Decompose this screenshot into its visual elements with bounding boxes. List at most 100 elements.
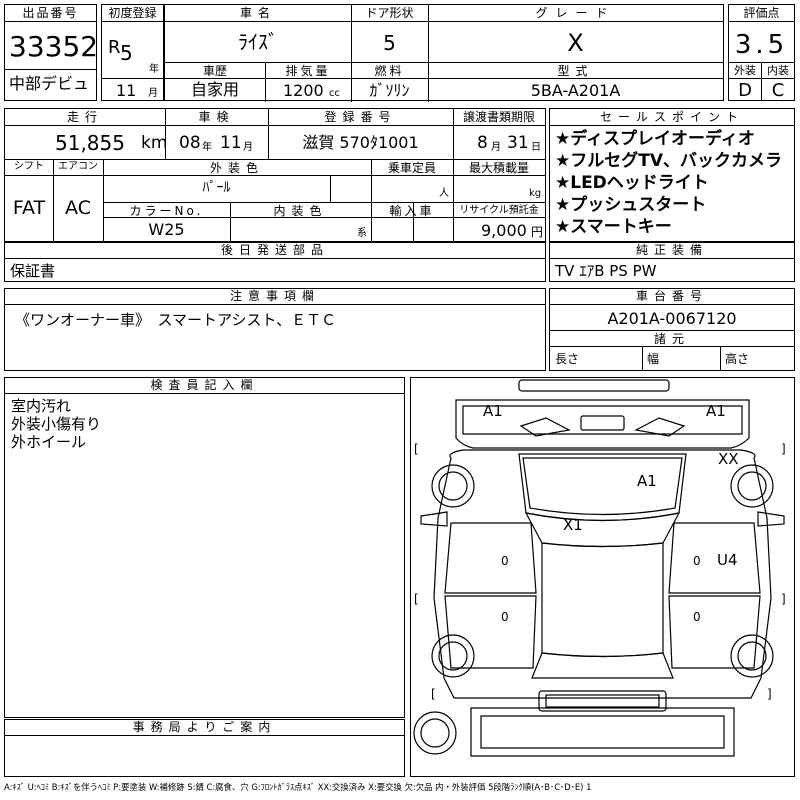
sales-point-item: ★フルセグTV、バックカメラ [555,151,782,171]
svg-text:]: ] [781,592,786,606]
parts-box: 後日発送部品 保証書 [4,242,546,282]
door-type: 5 [383,31,396,55]
mark-zero-right: 0 [693,554,701,568]
displacement: 1200 [283,81,324,100]
equipment-value: TV ｴｱB PS PW [555,262,657,280]
mark-zero-left: 0 [501,554,509,568]
inspector-label: 検査員記入欄 [5,378,404,394]
sales-point-item: ★スマートキー [555,217,672,237]
load-label: 最大積載量 [468,161,529,175]
shift: FAT [12,197,46,219]
history-label: 車歴 [202,64,227,78]
svg-text:[: [ [431,687,436,701]
int-color-label: 内装色 [273,204,328,218]
notes-value: 《ワンオーナー車》 スマートアシスト、ＥＴＣ [15,311,337,329]
detail-box: 走行 51,855 km 車検 08 年 11 月 登録番号 滋賀 570ﾀ10… [4,108,546,242]
interior-label: 内装 [767,64,789,77]
svg-text:[: [ [414,592,419,606]
exterior-grade: D [738,80,752,101]
inspection-month: 11 [220,133,242,153]
car-name-label: 車名 [239,6,276,20]
load-unit: kg [529,188,542,199]
year-unit: 年 [149,64,159,75]
era: R [108,37,121,58]
chassis-number: A201A-0067120 [607,309,737,328]
chassis-box: 車台番号 A201A-0067120 諸元 長さ 幅 高さ [549,288,795,371]
office-box: 事務局よりご案内 [4,719,405,777]
lot-label: 出品番号 [5,5,96,22]
notes-label: 注意事項欄 [5,289,545,305]
transfer-month-unit: 月 [491,142,501,153]
score-label: 評価点 [729,5,794,22]
aircon-label: エアコン [58,161,98,172]
shift-label: シフト [14,161,44,172]
model: 5BA-A201A [530,81,621,100]
chassis-label: 車台番号 [550,289,794,305]
height-label: 高さ [725,352,750,366]
transfer-day-unit: 日 [531,142,541,153]
ext-color-label: 外装色 [209,161,264,175]
sales-point-item: ★LEDヘッドライト [555,173,709,193]
sales-point-item: ★ディスプレイオーディオ [555,129,755,149]
mileage-label: 走行 [66,110,103,124]
svg-text:]: ] [781,442,786,456]
lot-number: 33352 [9,30,99,63]
inspection-year: 08 [179,133,201,153]
plate-label: 登録番号 [324,110,397,124]
mileage: 51,855 [55,131,125,155]
recycle-fee: 9,000 [481,221,527,240]
grade: X [567,29,584,57]
mark-zero-rear-right: 0 [693,610,701,624]
inspector-box: 検査員記入欄 室内汚れ 外装小傷有り 外ホイール [4,377,405,718]
svg-text:]: ] [767,687,772,701]
mark-xx: XX [718,450,739,468]
month-unit: 月 [148,88,158,99]
plate: 滋賀 570ﾀ1001 [302,133,419,152]
grade-label: グレード [535,6,616,20]
model-label: 型式 [557,64,594,78]
score: 3.5 [734,30,789,60]
fuel-label: 燃料 [374,64,405,78]
transfer-label: 譲渡書類期限 [462,110,535,124]
spec-label: 諸元 [653,332,690,346]
debut-note: 中部デビュ [9,74,90,93]
inspector-line: 外ホイール [11,433,87,451]
parts-label: 後日発送部品 [5,243,545,259]
equipment-box: 純正装備 TV ｴｱB PS PW [549,242,795,282]
color-no-label: カラーNo. [129,204,204,218]
mark-a1-right: A1 [706,402,726,420]
equipment-label: 純正装備 [550,243,794,259]
mark-x1: X1 [563,516,583,534]
int-color-unit: 系 [357,228,367,239]
capacity-label: 乗車定員 [387,161,436,175]
parts-value: 保証書 [10,262,56,280]
lot-box: 出品番号 33352 中部デビュ [4,4,99,101]
transfer-day: 31 [507,133,529,153]
reg-month: 11 [116,81,137,100]
recycle-label: リサイクル預託金 [459,205,539,216]
ext-color: ﾊﾟｰﾙ [202,180,231,196]
capacity-unit: 人 [439,188,449,199]
legend-text: A:ｷｽﾞ U:ﾍｺﾐ B:ｷｽﾞを伴うﾍｺﾐ P:要塗装 W:補修跡 S:錆 … [4,782,592,792]
car-diagram-svg: [ ] [ ] [ ] A1 A1 XX A1 X1 U4 0 0 0 0 [413,379,786,757]
car-diagram: [ ] [ ] [ ] A1 A1 XX A1 X1 U4 0 0 0 0 [410,377,795,777]
color-no: W25 [148,220,185,239]
mark-a1-left: A1 [483,402,503,420]
transfer-month: 8 [477,133,488,153]
notes-box: 注意事項欄 《ワンオーナー車》 スマートアシスト、ＥＴＣ [4,288,546,371]
sales-label: セールスポイント [550,109,794,126]
fuel: ｶﾞｿﾘﾝ [369,81,410,100]
inspection-label: 車検 [198,110,235,124]
import-label: 輸入車 [389,204,435,218]
office-label: 事務局よりご案内 [5,720,404,736]
car-info-box: 車名 ﾗｲｽﾞ ドア形状 5 グレード X 車歴 自家用 排気量 1200 cc… [164,4,724,102]
displacement-unit: cc [329,88,340,99]
reg-year: 5 [120,41,133,65]
sales-point-item: ★プッシュスタート [555,195,707,215]
displacement-label: 排気量 [285,64,331,78]
mileage-unit: km [141,133,168,153]
width-label: 幅 [647,352,660,366]
score-box: 評価点 3.5 外装 内装 D C [728,4,795,101]
mark-a1-roof: A1 [637,472,657,490]
interior-grade: C [771,80,785,101]
